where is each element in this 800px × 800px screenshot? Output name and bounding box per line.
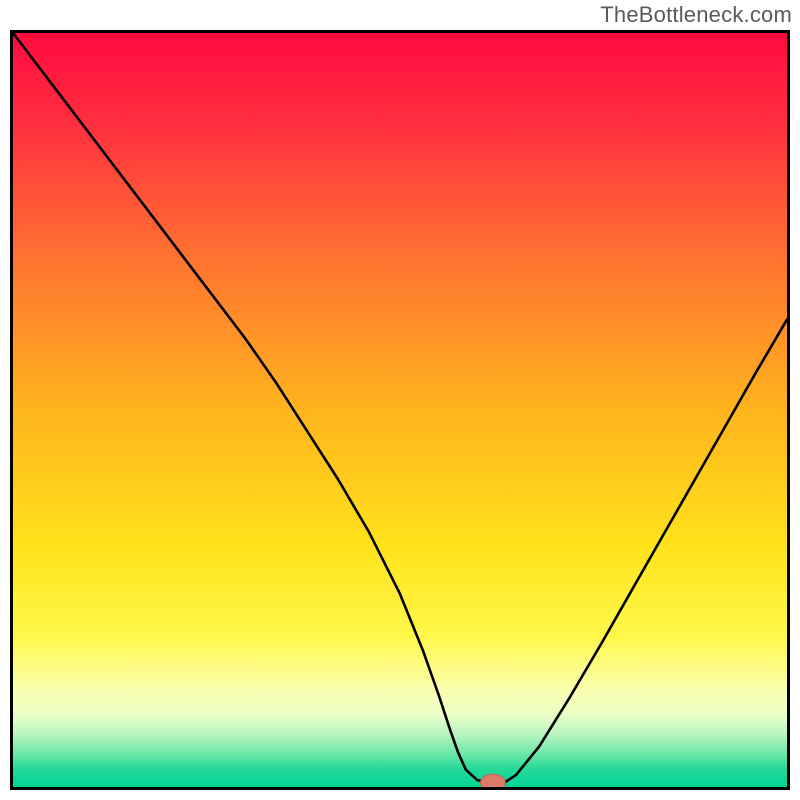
plot-area [10,30,790,790]
chart-svg [13,33,787,787]
gradient-background [13,33,787,787]
chart-frame: TheBottleneck.com [0,0,800,800]
watermark-text: TheBottleneck.com [600,2,792,28]
optimal-point-marker [481,774,506,787]
